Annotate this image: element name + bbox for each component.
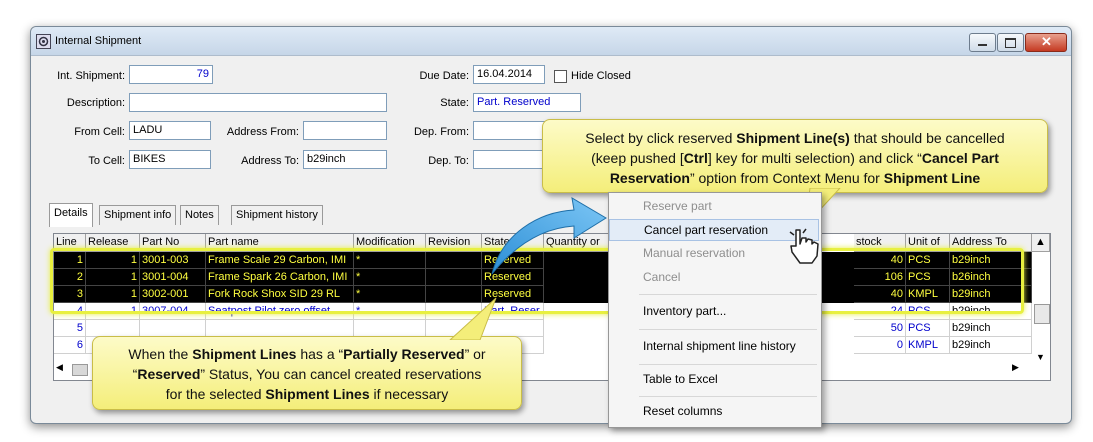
- horizontal-scroll-thumb[interactable]: [72, 364, 88, 376]
- due-date-field[interactable]: 16.04.2014: [473, 65, 545, 84]
- tab-shipment-info[interactable]: Shipment info: [99, 205, 177, 225]
- shipment-app-icon: [36, 34, 51, 49]
- cell-address-to: b29inch: [950, 320, 1032, 337]
- due-date-label: Due Date:: [419, 70, 469, 82]
- close-button[interactable]: ✕: [1025, 33, 1067, 52]
- address-from-field[interactable]: [303, 121, 387, 140]
- callout-text: When the: [128, 346, 193, 362]
- hide-closed-label: Hide Closed: [571, 70, 631, 82]
- callout-text-bold: Shipment Lines: [265, 386, 370, 402]
- menu-separator: [639, 364, 817, 365]
- cell-unit: PCS: [906, 320, 950, 337]
- callout-text: ” Status, You can cancel created reserva…: [200, 366, 482, 382]
- cell-modification: [354, 320, 426, 337]
- scroll-right-icon[interactable]: ▶: [1012, 362, 1030, 376]
- cell-unit: KMPL: [906, 337, 950, 354]
- minimize-icon: [978, 44, 987, 46]
- state-label: State:: [440, 97, 469, 109]
- address-to-field[interactable]: b29inch: [303, 150, 387, 169]
- callout-top-line-3: Reservation” option from Context Menu fo…: [553, 168, 1037, 188]
- callout-top: Select by click reserved Shipment Line(s…: [542, 119, 1048, 193]
- menu-item-cancel[interactable]: Cancel: [609, 267, 819, 289]
- menu-item-inventory-part[interactable]: Inventory part...: [609, 301, 819, 323]
- callout-bottom-pointer: [449, 297, 497, 340]
- address-to-label: Address To:: [241, 155, 299, 167]
- cell-stock: 50: [854, 320, 906, 337]
- menu-item-reset-columns[interactable]: Reset columns: [609, 401, 819, 423]
- cell-line: 6: [54, 337, 86, 354]
- title-bar: Internal Shipment ✕: [31, 27, 1071, 56]
- to-cell-label: To Cell:: [88, 155, 125, 167]
- tab-shipment-history[interactable]: Shipment history: [231, 205, 323, 225]
- cell-release: [86, 320, 140, 337]
- window-title: Internal Shipment: [55, 35, 142, 47]
- menu-item-reserve-part[interactable]: Reserve part: [609, 196, 819, 218]
- cell-line: 5: [54, 320, 86, 337]
- menu-separator: [639, 294, 817, 295]
- callout-bottom: When the Shipment Lines has a “Partially…: [92, 336, 522, 410]
- callout-text-bold: Reservation: [609, 170, 690, 186]
- tab-details[interactable]: Details: [49, 203, 93, 227]
- callout-text: ] key for multi selection) and click “: [707, 150, 922, 166]
- cell-stock: 0: [854, 337, 906, 354]
- minimize-button[interactable]: [969, 33, 996, 52]
- callout-text: that should be cancelled: [849, 130, 1005, 146]
- callout-top-line-2: (keep pushed [Ctrl] key for multi select…: [553, 148, 1037, 168]
- int-shipment-field[interactable]: 79: [129, 65, 213, 84]
- from-cell-label: From Cell:: [74, 126, 125, 138]
- dep-from-label: Dep. From:: [413, 126, 469, 138]
- callout-text-bold: Ctrl: [683, 150, 708, 166]
- callout-bottom-line-1: When the Shipment Lines has a “Partially…: [101, 344, 513, 364]
- callout-text: (keep pushed [: [591, 150, 684, 166]
- callout-text-bold: Reserved: [137, 366, 201, 382]
- close-icon: ✕: [1041, 34, 1052, 49]
- scroll-down-icon[interactable]: ▼: [1036, 352, 1048, 364]
- curved-arrow-icon: [491, 197, 607, 275]
- hide-closed-checkbox[interactable]: [554, 70, 567, 83]
- callout-text-bold: Shipment Line: [883, 170, 981, 186]
- callout-text: if necessary: [369, 386, 449, 402]
- int-shipment-label: Int. Shipment:: [57, 70, 125, 82]
- menu-item-shipment-line-history[interactable]: Internal shipment line history: [609, 336, 819, 358]
- cell-part-no: [140, 320, 206, 337]
- description-label: Description:: [66, 97, 125, 109]
- callout-text-bold: Shipment Line(s): [736, 130, 850, 146]
- to-cell-field[interactable]: BIKES: [129, 150, 211, 169]
- callout-bottom-line-2: “Reserved” Status, You can cancel create…: [101, 364, 513, 384]
- cell-part-name: [206, 320, 354, 337]
- maximize-button[interactable]: [997, 33, 1024, 52]
- cell-address-to: b29inch: [950, 337, 1032, 354]
- menu-item-table-to-excel[interactable]: Table to Excel: [609, 369, 819, 391]
- maximize-icon: [1005, 38, 1016, 48]
- callout-text: Select by click reserved: [585, 130, 737, 146]
- dep-from-field[interactable]: [473, 121, 553, 140]
- callout-text: has a “: [296, 346, 344, 362]
- address-from-label: Address From:: [226, 126, 299, 138]
- hand-cursor-icon: [789, 228, 819, 264]
- table-row[interactable]: 5 50 PCS b29inch: [54, 320, 1032, 337]
- callout-text: ” option from Context Menu for: [689, 170, 884, 186]
- callout-text: ” or: [464, 346, 486, 362]
- description-field[interactable]: [129, 93, 387, 112]
- callout-text-bold: Shipment Lines: [192, 346, 297, 362]
- callout-top-line-1: Select by click reserved Shipment Line(s…: [553, 128, 1037, 148]
- callout-text-bold: Cancel Part: [921, 150, 999, 166]
- menu-separator: [639, 396, 817, 397]
- dep-to-label: Dep. To:: [428, 155, 469, 167]
- callout-text-bold: Partially Reserved: [343, 346, 465, 362]
- menu-separator: [639, 329, 817, 330]
- callout-bottom-line-3: for the selected Shipment Lines if neces…: [101, 384, 513, 404]
- scroll-up-icon[interactable]: ▲: [1032, 234, 1050, 252]
- tab-notes[interactable]: Notes: [180, 205, 219, 225]
- callout-text: for the selected: [165, 386, 266, 402]
- vertical-scroll-thumb[interactable]: [1034, 304, 1050, 324]
- from-cell-field[interactable]: LADU: [129, 121, 211, 140]
- state-field: Part. Reserved: [473, 93, 581, 112]
- dep-to-field[interactable]: [473, 150, 553, 169]
